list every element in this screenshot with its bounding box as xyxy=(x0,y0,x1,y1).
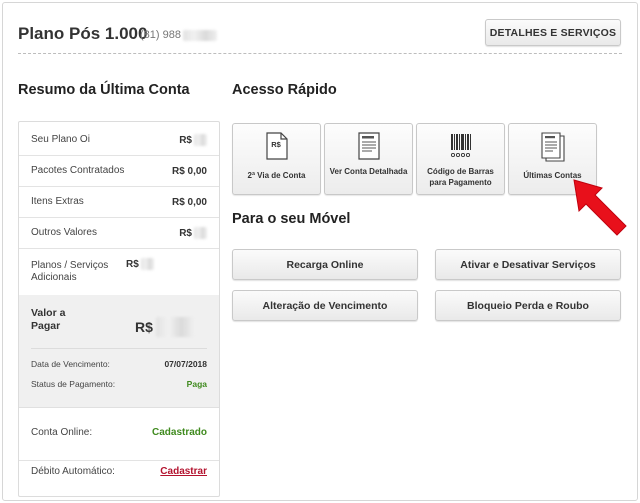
toggle-services-button[interactable]: Ativar e Desativar Serviços xyxy=(435,249,621,280)
summary-title: Resumo da Última Conta xyxy=(18,82,190,98)
quick-detailed-bill-button[interactable]: Ver Conta Detalhada xyxy=(324,123,413,195)
amount-mask xyxy=(155,317,194,337)
summary-row: Outros Valores R$ xyxy=(19,218,219,249)
online-bill-row: Conta Online: Cadastrado xyxy=(31,427,207,438)
due-date-label: Data de Vencimento: xyxy=(31,359,110,369)
summary-row-label: Pacotes Contratados xyxy=(31,165,125,176)
block-loss-theft-button[interactable]: Bloqueio Perda e Roubo xyxy=(435,290,621,321)
rs-document-icon: R$ xyxy=(265,132,288,165)
payment-status-label: Status de Pagamento: xyxy=(31,379,116,389)
summary-row: Seu Plano Oi R$ xyxy=(19,125,219,156)
top-up-online-button[interactable]: Recarga Online xyxy=(232,249,418,280)
payment-box: Valor a Pagar R$ Data de Vencimento: 07/… xyxy=(19,295,219,408)
summary-row-value: R$ 0,00 xyxy=(171,165,207,177)
svg-text:R$: R$ xyxy=(271,140,281,149)
phone-number: (81) 988 xyxy=(140,29,217,41)
autodebit-register-link[interactable]: Cadastrar xyxy=(160,466,207,477)
quick-tile-label: Código de Barras para Pagamento xyxy=(427,167,494,187)
value-mask xyxy=(194,227,207,239)
summary-row-value: R$ xyxy=(179,134,207,146)
summary-row: Pacotes Contratados R$ 0,00 xyxy=(19,156,219,187)
quick-barcode-button[interactable]: Código de Barras para Pagamento xyxy=(416,123,505,195)
divider xyxy=(31,348,207,349)
summary-row-value: R$ xyxy=(179,227,207,239)
summary-row: Itens Extras R$ 0,00 xyxy=(19,187,219,218)
quick-access-title: Acesso Rápido xyxy=(232,82,337,98)
summary-row-label: Planos / Serviços Adicionais xyxy=(31,260,109,283)
due-date-value: 07/07/2018 xyxy=(164,359,207,369)
amount-due-label: Valor a Pagar xyxy=(31,307,66,332)
divider xyxy=(19,460,219,461)
summary-row: Planos / Serviços Adicionais R$ xyxy=(19,249,219,295)
quick-second-copy-button[interactable]: R$ 2ª Via de Conta xyxy=(232,123,321,195)
value-mask xyxy=(140,258,154,270)
due-date-row: Data de Vencimento: 07/07/2018 xyxy=(31,359,207,369)
barcode-icon xyxy=(449,132,473,165)
details-services-button[interactable]: DETALHES E SERVIÇOS xyxy=(485,19,621,46)
autodebit-row: Débito Automático: Cadastrar xyxy=(31,466,207,477)
red-arrow-annotation xyxy=(573,179,627,236)
detailed-document-icon xyxy=(357,132,380,165)
quick-tile-label: 2ª Via de Conta xyxy=(247,171,306,180)
mobile-section-title: Para o seu Móvel xyxy=(232,211,351,227)
summary-row-label: Itens Extras xyxy=(31,196,84,207)
change-due-date-button[interactable]: Alteração de Vencimento xyxy=(232,290,418,321)
stacked-documents-icon xyxy=(540,132,566,167)
value-mask xyxy=(194,134,207,146)
quick-tile-label: Ver Conta Detalhada xyxy=(329,167,408,176)
bill-summary-card: Seu Plano Oi R$ Pacotes Contratados R$ 0… xyxy=(18,121,220,497)
header-divider xyxy=(18,53,622,54)
amount-due-value: R$ xyxy=(135,317,194,337)
summary-row-value: R$ xyxy=(126,258,154,270)
autodebit-label: Débito Automático: xyxy=(31,466,115,477)
online-bill-value: Cadastrado xyxy=(151,427,207,438)
payment-status-value: Paga xyxy=(186,379,207,389)
plan-title: Plano Pós 1.000 xyxy=(18,24,148,43)
summary-row-label: Seu Plano Oi xyxy=(31,134,90,145)
payment-status-row: Status de Pagamento: Paga xyxy=(31,379,207,389)
online-bill-label: Conta Online: xyxy=(31,427,93,438)
phone-mask xyxy=(182,29,217,41)
summary-row-value: R$ 0,00 xyxy=(171,196,207,208)
summary-row-label: Outros Valores xyxy=(31,227,97,238)
